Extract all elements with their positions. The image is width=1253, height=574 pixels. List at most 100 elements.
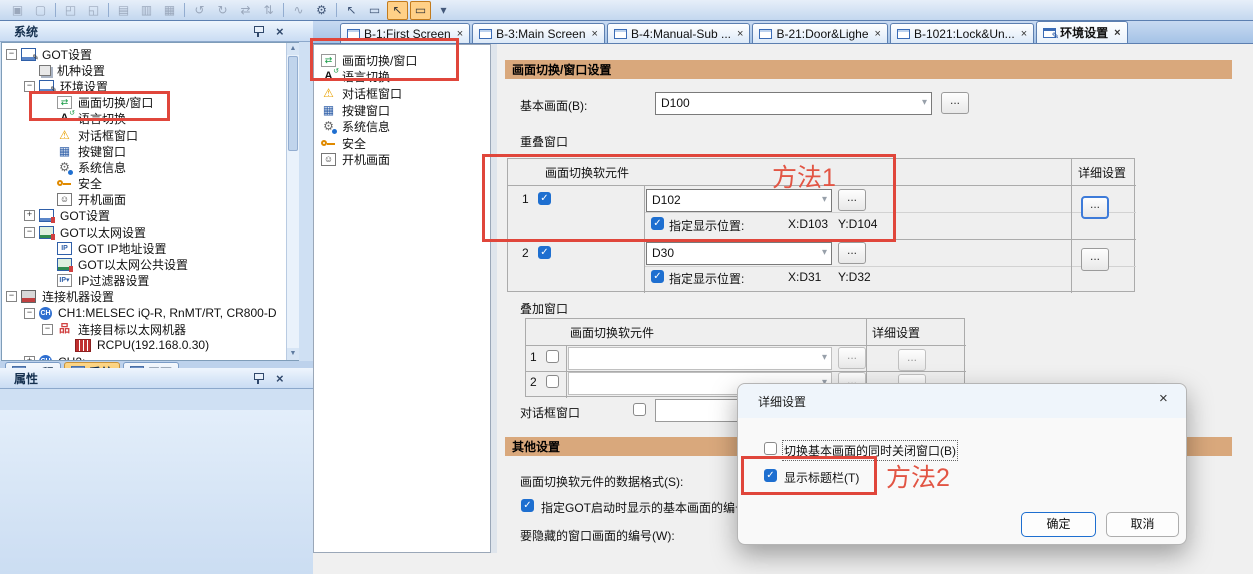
ipf-icon <box>57 274 72 287</box>
tab-b3[interactable]: B-3:Main Screen× <box>472 23 605 43</box>
overlap-row2-device-combobox[interactable]: D30 <box>646 242 832 265</box>
select-mode-icon[interactable]: ↖ <box>387 1 408 20</box>
boot-icon <box>57 193 72 206</box>
tab-close-icon[interactable]: × <box>1021 28 1027 40</box>
superimpose-row2-enable-checkbox[interactable] <box>546 375 559 388</box>
options-wrench-icon[interactable]: ⚙ <box>311 1 332 20</box>
collapse-icon[interactable]: − <box>6 49 17 60</box>
tab-close-icon[interactable]: × <box>592 28 598 40</box>
screen-icon <box>479 29 492 39</box>
tree-item[interactable]: RCPU(192.168.0.30) <box>2 337 298 353</box>
tree-item[interactable]: 按键窗口 <box>2 143 298 159</box>
tree-item[interactable]: GOT以太网公共设置 <box>2 256 298 272</box>
window-preview-icon[interactable]: ▭ <box>410 1 431 20</box>
overlap-row2-detail-button[interactable]: ... <box>1081 248 1109 271</box>
collapse-icon[interactable]: − <box>42 324 53 335</box>
close-icon[interactable]: × <box>276 372 284 385</box>
group-icon[interactable]: ▣ <box>7 1 28 20</box>
vertex-select-icon[interactable]: ◰ <box>60 1 81 20</box>
tab-close-icon[interactable]: × <box>875 28 881 40</box>
scroll-down-icon[interactable]: ▼ <box>287 348 299 360</box>
close-window-on-switch-checkbox[interactable] <box>764 442 777 455</box>
tree-item[interactable]: −连接机器设置 <box>2 289 298 305</box>
basic-screen-browse-button[interactable]: ... <box>941 92 969 114</box>
tab-b1021[interactable]: B-1021:Lock&Un...× <box>890 23 1034 43</box>
tree-item[interactable]: −CH1:MELSEC iQ-R, RnMT/RT, CR800-D <box>2 305 298 321</box>
overlap-col-detail-header: 详细设置 <box>1078 164 1126 181</box>
gear-icon <box>321 120 336 133</box>
superimpose-row1-device-combobox[interactable] <box>568 347 832 370</box>
tree-item[interactable]: 对话框窗口 <box>2 127 298 143</box>
tree-item[interactable]: GOT IP地址设置 <box>2 240 298 256</box>
tree-scrollbar[interactable]: ▲ ▼ <box>286 43 299 360</box>
data-format-label: 画面切换软元件的数据格式(S): <box>520 473 683 490</box>
overlap-row2-position-checkbox[interactable] <box>651 270 664 283</box>
frame-select-icon[interactable]: ▭ <box>364 1 385 20</box>
copy-group-icon[interactable]: ▦ <box>159 1 180 20</box>
rotate-left-icon[interactable]: ↺ <box>189 1 210 20</box>
flip-horizontal-icon[interactable]: ⇄ <box>235 1 256 20</box>
tab-close-icon[interactable]: × <box>1114 27 1120 39</box>
tree-item[interactable]: +GOT设置 <box>2 208 298 224</box>
superimpose-row1-device-browse-button[interactable]: ... <box>838 347 866 369</box>
copy-back-icon[interactable]: ▥ <box>136 1 157 20</box>
superimpose-row1-detail-button[interactable]: ... <box>898 349 926 371</box>
ok-button[interactable]: 确定 <box>1021 512 1096 537</box>
collapse-icon[interactable]: − <box>24 227 35 238</box>
flip-vertical-icon[interactable]: ⇅ <box>258 1 279 20</box>
conn-icon <box>21 290 36 303</box>
pin-icon[interactable] <box>253 372 263 384</box>
list-item[interactable]: 对话框窗口 <box>314 85 490 102</box>
vertex-edit-icon[interactable]: ◱ <box>83 1 104 20</box>
startup-screen-label: 指定GOT启动时显示的基本画面的编号 <box>541 499 747 516</box>
superimpose-row1-enable-checkbox[interactable] <box>546 350 559 363</box>
list-item[interactable]: 安全 <box>314 135 490 152</box>
pin-icon[interactable] <box>253 25 263 37</box>
dialog-window-checkbox[interactable] <box>633 403 646 416</box>
tree-item[interactable]: 机种设置 <box>2 62 298 78</box>
tree-item-label: 安全 <box>76 175 104 192</box>
tree-item-label: 机种设置 <box>55 62 107 79</box>
list-item[interactable]: 系统信息 <box>314 118 490 135</box>
cursor-icon[interactable]: ↖ <box>341 1 362 20</box>
collapse-icon[interactable]: − <box>24 308 35 319</box>
collapse-icon[interactable]: − <box>6 291 17 302</box>
scrollbar-thumb[interactable] <box>288 56 298 151</box>
overlap-window-label: 重叠窗口 <box>520 133 568 150</box>
tree-item[interactable]: −GOT设置 <box>2 46 298 62</box>
dialog-close-icon[interactable]: × <box>1159 390 1168 407</box>
tab-b21[interactable]: B-21:Door&Lighe× <box>752 23 888 43</box>
ungroup-icon[interactable]: ▢ <box>30 1 51 20</box>
edit-line-icon[interactable]: ∿ <box>288 1 309 20</box>
rotate-right-icon[interactable]: ↻ <box>212 1 233 20</box>
tree-item[interactable]: IP过滤器设置 <box>2 273 298 289</box>
tree-item[interactable]: 安全 <box>2 176 298 192</box>
list-item[interactable]: 按键窗口 <box>314 102 490 119</box>
cancel-button[interactable]: 取消 <box>1106 512 1179 537</box>
tab-close-icon[interactable]: × <box>737 28 743 40</box>
overlap-row2-device-browse-button[interactable]: ... <box>838 242 866 264</box>
overlap-row2-enable-checkbox[interactable] <box>538 246 551 259</box>
tree-item[interactable]: 系统信息 <box>2 159 298 175</box>
tree-item-label: IP过滤器设置 <box>76 272 151 289</box>
tree-item[interactable]: 开机画面 <box>2 192 298 208</box>
expand-icon[interactable]: + <box>24 210 35 221</box>
scroll-up-icon[interactable]: ▲ <box>287 43 299 55</box>
tree-item[interactable]: −连接目标以太网机器 <box>2 321 298 337</box>
tab-label: 环境设置 <box>1060 24 1108 41</box>
basic-screen-device-combobox[interactable]: D100 <box>655 92 932 115</box>
close-icon[interactable]: × <box>276 25 284 38</box>
tree-item[interactable]: −GOT以太网设置 <box>2 224 298 240</box>
tree-item[interactable]: +CH2: <box>2 354 298 361</box>
toolbar-separator <box>283 3 284 17</box>
rcpu-icon <box>75 339 91 352</box>
startup-screen-checkbox[interactable] <box>521 499 534 512</box>
toolbar-more-icon[interactable]: ▾ <box>433 1 454 20</box>
dialog-title: 详细设置 <box>758 393 806 410</box>
copy-front-icon[interactable]: ▤ <box>113 1 134 20</box>
list-item[interactable]: 开机画面 <box>314 152 490 169</box>
overlap-row1-detail-button[interactable]: ... <box>1081 196 1109 219</box>
tab-b4[interactable]: B-4:Manual-Sub ...× <box>607 23 751 43</box>
tab-env[interactable]: 环境设置 × <box>1036 21 1127 43</box>
annotation-method1-text: 方法1 <box>772 158 836 194</box>
